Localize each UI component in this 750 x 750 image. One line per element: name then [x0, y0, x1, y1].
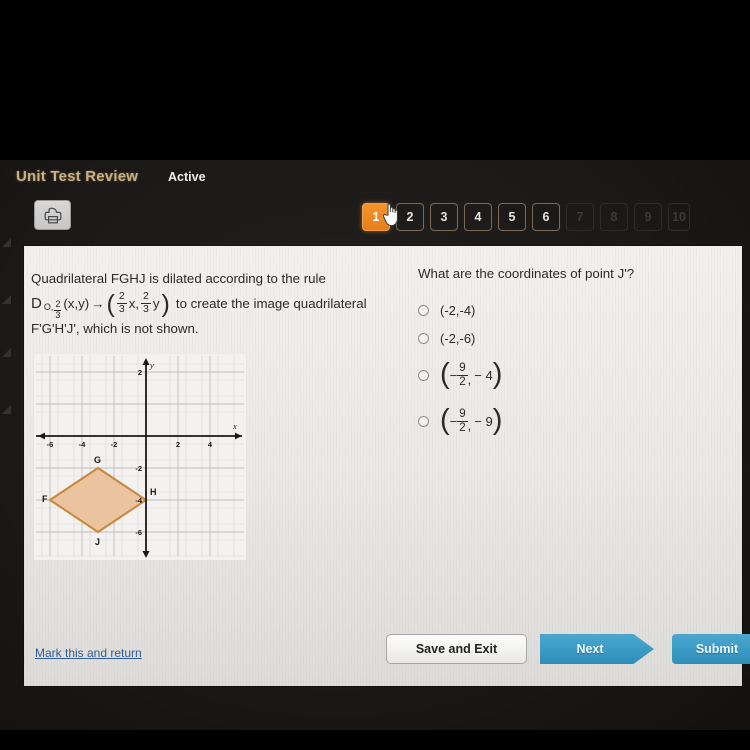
rule-subscript: O, 2 3 — [44, 295, 62, 320]
choice-d-den: 2 — [457, 420, 468, 434]
pagination-item-8: 8 — [600, 203, 628, 231]
rule-image-fraction-1: 2 3 — [116, 290, 127, 315]
mark-and-return-link[interactable]: Mark this and return — [35, 646, 142, 660]
rule-image-num-2: 2 — [143, 290, 149, 303]
choice-c-comma: , — [467, 371, 472, 387]
rule-scale-numerator: 2 — [55, 299, 61, 310]
svg-text:-4: -4 — [135, 496, 142, 505]
svg-text:2: 2 — [138, 368, 142, 377]
rule-image-num-1: 2 — [118, 290, 125, 303]
choice-d-comma: , — [467, 417, 472, 433]
choice-d-second: − 9 — [474, 413, 493, 429]
rule-image-var-2: y — [152, 296, 160, 311]
choice-d-fraction: 9 2 — [457, 407, 468, 434]
pagination-item-6[interactable]: 6 — [532, 203, 560, 231]
rule-image-den-2: 3 — [141, 303, 151, 315]
svg-text:-4: -4 — [79, 440, 86, 449]
rule-arrow: → — [91, 296, 105, 311]
rule-tail-text: to create the image quadrilateral — [175, 296, 367, 311]
coordinate-graph: y x -6 -4 -2 2 4 2 -2 -4 -6 F G H J — [34, 354, 246, 560]
y-axis-label: y — [149, 360, 154, 370]
radio-c[interactable] — [418, 369, 429, 381]
screenshot-root: Unit Test Review Active 1 2 3 4 5 6 7 8 … — [0, 0, 750, 750]
pagination-item-2[interactable]: 2 — [396, 203, 424, 231]
choice-b[interactable]: (-2,-6) — [418, 324, 718, 352]
pagination-item-9: 9 — [634, 203, 662, 231]
next-button[interactable]: Next — [540, 634, 654, 664]
status-badge: Active — [168, 170, 206, 184]
question-line-1: Quadrilateral FGHJ is dilated according … — [31, 271, 326, 286]
choice-c-den: 2 — [457, 374, 468, 388]
pagination-item-4[interactable]: 4 — [464, 203, 492, 231]
rule-open-paren: ( — [106, 289, 115, 318]
radio-a[interactable] — [418, 304, 429, 316]
choice-c-fraction: 9 2 — [457, 361, 468, 388]
choice-d-label: ( − 9 2 , − 9 ) — [440, 404, 503, 437]
rule-center-label: O, — [43, 302, 54, 312]
question-panel: Quadrilateral FGHJ is dilated according … — [24, 246, 750, 686]
choice-c[interactable]: ( − 9 2 , − 4 ) — [418, 352, 718, 398]
pagination-item-7: 7 — [566, 203, 594, 231]
rule-image-var-1: x, — [128, 296, 140, 311]
question-pagination[interactable]: 1 2 3 4 5 6 7 8 9 10 — [362, 203, 690, 231]
vertex-label-f: F — [42, 494, 48, 504]
choice-a[interactable]: (-2,-4) — [418, 296, 718, 324]
panel-footer: Mark this and return Save and Exit Next … — [24, 622, 750, 686]
svg-text:-2: -2 — [135, 464, 142, 473]
pagination-item-10: 10 — [668, 203, 690, 231]
choice-c-num: 9 — [459, 361, 466, 374]
pagination-item-1[interactable]: 1 — [362, 203, 390, 231]
page-header: Unit Test Review Active — [0, 168, 750, 192]
vertex-label-g: G — [94, 455, 101, 465]
svg-text:-6: -6 — [135, 528, 142, 537]
vertex-label-j: J — [95, 537, 100, 547]
radio-d[interactable] — [418, 415, 429, 427]
save-and-exit-button[interactable]: Save and Exit — [386, 634, 527, 664]
choice-d-num: 9 — [459, 407, 466, 420]
rule-scale-fraction: 2 3 — [54, 299, 62, 320]
letterbox-bottom — [0, 730, 750, 750]
question-line-3: F'G'H'J', which is not shown. — [31, 321, 199, 336]
vertex-label-h: H — [150, 487, 157, 497]
rule-close-paren: ) — [161, 289, 170, 318]
rule-scale-denominator: 3 — [54, 309, 62, 320]
choice-d-neg: − — [449, 413, 458, 429]
svg-text:-6: -6 — [47, 440, 54, 449]
rule-image-den-1: 3 — [116, 303, 127, 315]
question-text: Quadrilateral FGHJ is dilated according … — [31, 266, 421, 341]
choice-a-label: (-2,-4) — [440, 302, 476, 318]
rule-d-symbol: D — [31, 295, 42, 312]
printer-icon — [43, 207, 63, 224]
graph-svg: y x -6 -4 -2 2 4 2 -2 -4 -6 F G H J — [34, 354, 246, 560]
choice-c-neg: − — [449, 367, 458, 383]
rule-input: (x,y) — [63, 296, 90, 311]
dilation-rule: D O, 2 3 (x,y) → ( 2 3 x, 2 3 y) to cre… — [31, 289, 421, 320]
svg-text:2: 2 — [176, 440, 180, 449]
pagination-item-5[interactable]: 5 — [498, 203, 526, 231]
page-title: Unit Test Review — [16, 168, 139, 185]
rule-image-fraction-2: 2 3 — [141, 291, 151, 315]
answer-choices[interactable]: (-2,-4) (-2,-6) ( − 9 2 , − 4 ) (− 9 2 … — [418, 296, 718, 444]
choice-d[interactable]: ( − 9 2 , − 9 ) — [418, 398, 718, 444]
svg-text:-2: -2 — [111, 440, 118, 449]
x-axis-label: x — [232, 421, 237, 431]
answer-prompt: What are the coordinates of point J'? — [418, 266, 635, 281]
pagination-item-3[interactable]: 3 — [430, 203, 458, 231]
print-button[interactable] — [34, 200, 71, 230]
choice-c-label: ( − 9 2 , − 4 ) — [440, 358, 503, 391]
choice-c-second: − 4 — [474, 367, 493, 383]
submit-button[interactable]: Submit — [672, 634, 750, 664]
radio-b[interactable] — [418, 332, 429, 344]
choice-b-label: (-2,-6) — [440, 330, 476, 346]
